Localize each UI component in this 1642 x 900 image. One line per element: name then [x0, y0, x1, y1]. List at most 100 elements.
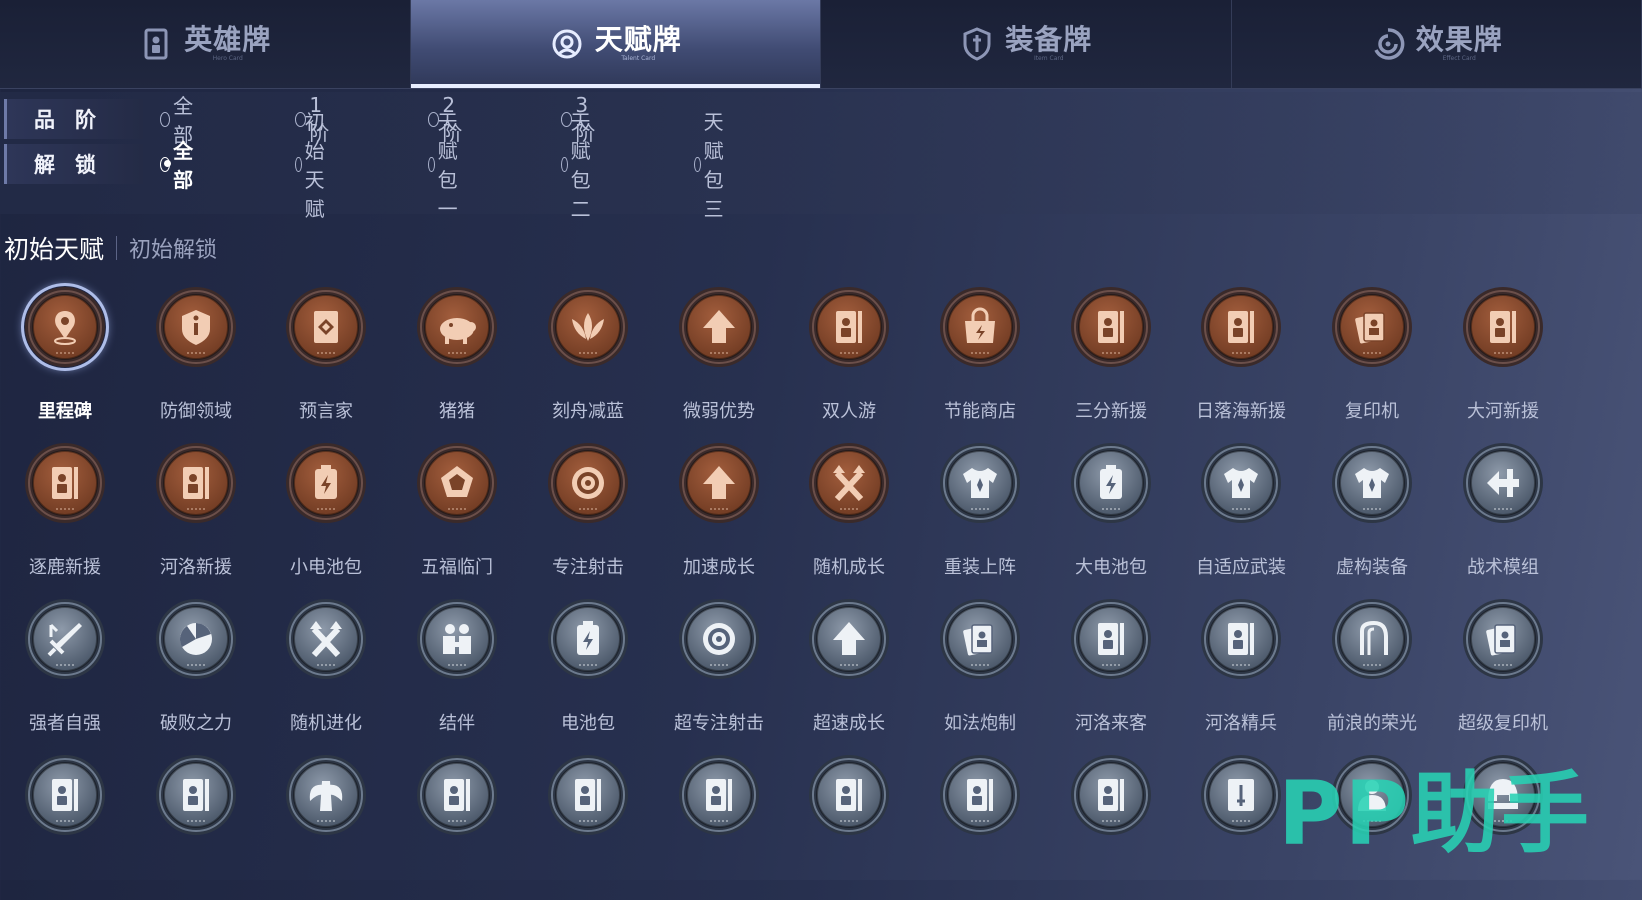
talent-card[interactable]: 节能商店: [915, 282, 1045, 432]
card-name: 三分新援: [1046, 397, 1176, 423]
card-name: 虚构装备: [1307, 553, 1437, 579]
talent-card[interactable]: 微弱优势: [654, 282, 784, 432]
talent-card[interactable]: 大河新援: [1438, 282, 1568, 432]
portrait-card-icon: [155, 442, 237, 524]
armor-icon: [1331, 442, 1413, 524]
portrait-card-icon: [24, 442, 106, 524]
portrait-card-icon: [1200, 286, 1282, 368]
talent-card[interactable]: 电池包: [523, 594, 653, 744]
unlock-option-initial[interactable]: 初始天赋: [295, 144, 333, 184]
talent-card[interactable]: 猪猪: [392, 282, 522, 432]
target-icon: [678, 598, 760, 680]
portrait-card-icon: [808, 754, 890, 836]
talent-card[interactable]: 五福临门: [392, 438, 522, 588]
unlock-option-pack-2[interactable]: 天赋包二: [561, 144, 599, 184]
talent-card[interactable]: 前浪的荣光: [1307, 594, 1437, 744]
tab-label: 效果牌: [1416, 26, 1503, 54]
battery-icon: [547, 598, 629, 680]
tab-hero-card[interactable]: 英雄牌Hero Card: [0, 0, 411, 88]
card-name: 逐鹿新援: [0, 553, 130, 579]
talent-card[interactable]: 预言家: [261, 282, 391, 432]
tab-effect-card[interactable]: 效果牌Effect Card: [1232, 0, 1642, 88]
card-name: 小电池包: [261, 553, 391, 579]
portrait-card-icon: [547, 754, 629, 836]
talent-card[interactable]: 重装上阵: [915, 438, 1045, 588]
card-stack-icon: [1462, 598, 1544, 680]
tier-option-all[interactable]: 全部: [160, 99, 198, 139]
talent-card[interactable]: 河洛新援: [131, 438, 261, 588]
axe-icon: [285, 754, 367, 836]
arrow-up-icon: [808, 598, 890, 680]
radio-icon: [428, 157, 435, 172]
talent-card[interactable]: [915, 750, 1045, 900]
tab-equipment-card[interactable]: 装备牌Item Card: [821, 0, 1232, 88]
card-name: 超级复印机: [1438, 709, 1568, 735]
talent-card[interactable]: 河洛精兵: [1176, 594, 1306, 744]
talent-card[interactable]: 如法炮制: [915, 594, 1045, 744]
talent-card[interactable]: [523, 750, 653, 900]
card-name: 刻舟减蓝: [523, 397, 653, 423]
talent-card[interactable]: 刻舟减蓝: [523, 282, 653, 432]
talent-card[interactable]: 防御领域: [131, 282, 261, 432]
talent-card[interactable]: [131, 750, 261, 900]
talent-card[interactable]: [261, 750, 391, 900]
talent-card[interactable]: 逐鹿新援: [0, 438, 130, 588]
tab-label: 英雄牌: [184, 26, 271, 54]
pie-icon: [155, 598, 237, 680]
section-subtitle: 初始解锁: [129, 232, 217, 264]
talent-card[interactable]: 超专注射击: [654, 594, 784, 744]
portrait-card-icon: [1462, 286, 1544, 368]
card-name: 随机进化: [261, 709, 391, 735]
battery-icon: [285, 442, 367, 524]
card-name: 自适应武装: [1176, 553, 1306, 579]
portrait-card-icon: [1070, 754, 1152, 836]
section-divider: [116, 236, 117, 260]
talent-card[interactable]: 破败之力: [131, 594, 261, 744]
talent-card[interactable]: 自适应武装: [1176, 438, 1306, 588]
talent-card[interactable]: [1046, 750, 1176, 900]
talent-card[interactable]: 里程碑: [0, 282, 130, 432]
talent-card[interactable]: [0, 750, 130, 900]
card-name: 大电池包: [1046, 553, 1176, 579]
radio-icon: [295, 157, 302, 172]
talent-card[interactable]: 超速成长: [784, 594, 914, 744]
talent-card[interactable]: 三分新援: [1046, 282, 1176, 432]
talent-card[interactable]: 双人游: [784, 282, 914, 432]
talent-card[interactable]: 超级复印机: [1438, 594, 1568, 744]
tab-talent-card[interactable]: 天赋牌Talent Card: [411, 0, 822, 88]
filter-label-tier: 品阶: [4, 99, 143, 139]
talent-card[interactable]: 结伴: [392, 594, 522, 744]
card-stack-icon: [939, 598, 1021, 680]
talent-card[interactable]: 随机进化: [261, 594, 391, 744]
talent-card[interactable]: 强者自强: [0, 594, 130, 744]
unlock-option-all[interactable]: 全部: [160, 144, 198, 184]
radio-icon: [160, 112, 170, 127]
card-name: 超速成长: [784, 709, 914, 735]
portrait-card-icon: [1200, 598, 1282, 680]
talent-card[interactable]: 小电池包: [261, 438, 391, 588]
armor-icon: [1200, 442, 1282, 524]
portrait-card-icon: [155, 754, 237, 836]
card-name: 微弱优势: [654, 397, 784, 423]
talent-card[interactable]: 河洛来客: [1046, 594, 1176, 744]
talent-card[interactable]: 大电池包: [1046, 438, 1176, 588]
talent-card[interactable]: [784, 750, 914, 900]
unlock-option-pack-3[interactable]: 天赋包三: [694, 144, 732, 184]
talent-card[interactable]: 随机成长: [784, 438, 914, 588]
unlock-option-pack-1[interactable]: 天赋包一: [428, 144, 466, 184]
talent-card[interactable]: 专注射击: [523, 438, 653, 588]
portrait-card-icon: [808, 286, 890, 368]
profile-icon: [1331, 598, 1413, 680]
talent-card-icon: [549, 26, 585, 62]
talent-card[interactable]: 虚构装备: [1307, 438, 1437, 588]
talent-card[interactable]: 加速成长: [654, 438, 784, 588]
talent-card[interactable]: [654, 750, 784, 900]
module-icon: [1462, 442, 1544, 524]
section-title: 初始天赋: [4, 230, 104, 266]
section-header: 初始天赋 初始解锁: [4, 230, 217, 266]
card-name: 大河新援: [1438, 397, 1568, 423]
talent-card[interactable]: 复印机: [1307, 282, 1437, 432]
talent-card[interactable]: 日落海新援: [1176, 282, 1306, 432]
talent-card[interactable]: 战术模组: [1438, 438, 1568, 588]
talent-card[interactable]: [392, 750, 522, 900]
